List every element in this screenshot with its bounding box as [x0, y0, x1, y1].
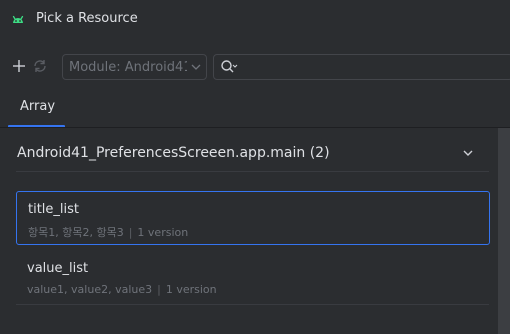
toolbar: Module: Android41_PreferencesScreeen.app… [0, 53, 510, 81]
search-box [213, 54, 510, 80]
resource-name: title_list [28, 202, 80, 217]
separator: | [128, 226, 133, 239]
resource-meta: 항목1, 항목2, 항목3 | 1 version [28, 224, 188, 240]
scrollbar[interactable] [498, 128, 510, 334]
separator: | [157, 283, 161, 296]
search-input[interactable] [242, 58, 502, 76]
tab-array[interactable]: Array [8, 92, 65, 128]
resource-item-title-list[interactable]: title_list 항목1, 항목2, 항목3 | 1 version [16, 191, 490, 245]
resource-values: value1, value2, value3 [27, 283, 153, 296]
resource-version-count: 1 version [165, 283, 217, 296]
refresh-icon [34, 60, 46, 72]
module-select[interactable]: Module: Android41_PreferencesScreeen.app… [62, 54, 207, 80]
module-select-value: Module: Android41_PreferencesScreeen.app… [69, 60, 187, 75]
group-title: Android41_PreferencesScreeen.app.main (2… [17, 145, 330, 161]
module-group-header[interactable]: Android41_PreferencesScreeen.app.main (2… [10, 136, 490, 172]
resource-values: 항목1, 항목2, 항목3 [28, 226, 124, 239]
title-bar: Pick a Resource [0, 0, 510, 38]
search-icon[interactable] [220, 59, 238, 75]
plus-icon[interactable] [11, 58, 27, 74]
tab-bar: Array [0, 92, 510, 128]
divider [16, 171, 489, 172]
divider [0, 127, 510, 128]
tab-label: Array [20, 99, 56, 114]
divider [16, 304, 489, 305]
resource-item-value-list[interactable]: value_list value1, value2, value3 | 1 vers… [16, 251, 490, 305]
resource-name: value_list [27, 261, 89, 276]
resource-meta: value1, value2, value3 | 1 version [27, 283, 217, 296]
android-icon [12, 15, 24, 23]
chevron-down-icon [191, 64, 201, 70]
chevron-down-icon[interactable] [462, 148, 474, 158]
window-title: Pick a Resource [36, 11, 138, 26]
resource-version-count: 1 version [137, 226, 189, 239]
